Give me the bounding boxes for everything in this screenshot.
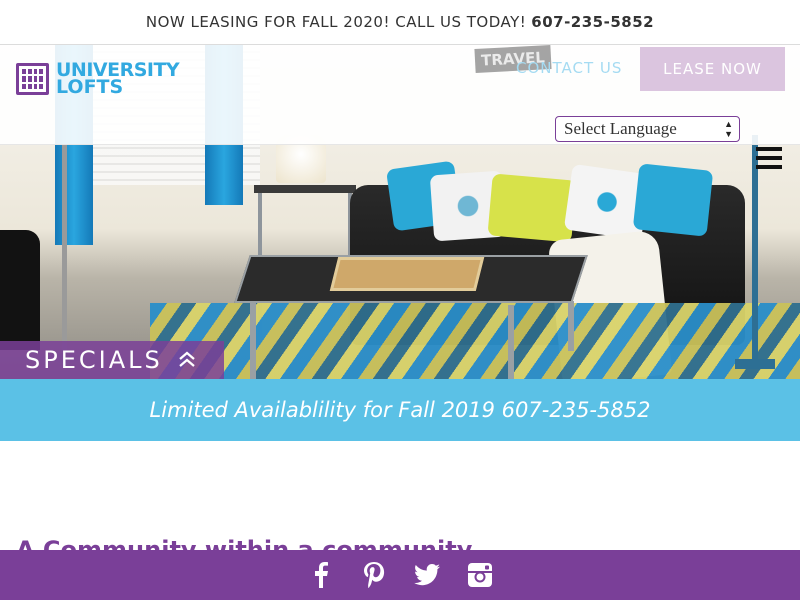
lease-now-button[interactable]: LEASE NOW: [640, 47, 785, 91]
side-table-top: [254, 185, 356, 193]
facebook-icon[interactable]: [307, 561, 335, 589]
table-leg: [250, 303, 256, 379]
social-bar: [0, 550, 800, 600]
area-rug: [150, 303, 800, 379]
floor-lamp-pole: [62, 145, 67, 365]
armchair: [0, 230, 40, 350]
building-icon: [16, 63, 49, 95]
table-leg: [508, 305, 514, 379]
stand-base: [735, 359, 775, 369]
twitter-icon[interactable]: [413, 561, 441, 589]
announcement-bar: NOW LEASING FOR FALL 2020! CALL US TODAY…: [0, 0, 800, 45]
pinterest-icon[interactable]: [360, 561, 388, 589]
logo-text: UNIVERSITY LOFTS: [56, 61, 180, 98]
pillow: [632, 163, 714, 237]
double-chevron-up-icon: [177, 350, 197, 370]
instagram-icon[interactable]: [466, 561, 494, 589]
menu-icon[interactable]: [756, 147, 782, 169]
availability-text: Limited Availablility for Fall 2019 607-…: [149, 398, 651, 422]
language-select-value: Select Language: [564, 119, 677, 138]
pillow: [487, 173, 577, 243]
announcement-phone-link[interactable]: 607-235-5852: [531, 13, 654, 31]
logo-line2: LOFTS: [56, 76, 124, 98]
select-arrows-icon: ▲ ▼: [724, 119, 733, 139]
specials-tab[interactable]: SPECIALS: [0, 341, 224, 379]
site-logo[interactable]: UNIVERSITY LOFTS: [16, 61, 180, 98]
language-select[interactable]: Select Language ▲ ▼: [555, 116, 740, 142]
table-leg: [568, 301, 574, 351]
contact-us-link[interactable]: CONTACT US: [516, 59, 622, 77]
availability-banner: Limited Availablility for Fall 2019 607-…: [0, 379, 800, 441]
announcement-text: NOW LEASING FOR FALL 2020! CALL US TODAY…: [145, 13, 527, 31]
serving-tray: [329, 257, 485, 291]
stand-pole: [752, 135, 758, 365]
specials-label: SPECIALS: [25, 346, 163, 374]
